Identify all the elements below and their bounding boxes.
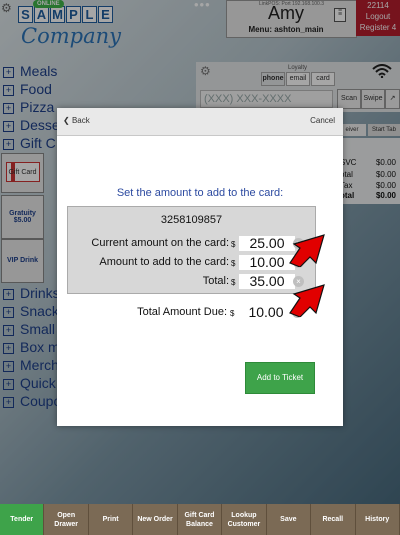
tender-button[interactable]: Tender [0, 504, 45, 535]
red-arrow-icon [289, 284, 325, 317]
amount-to-add-label: Amount to add to the card: [99, 256, 229, 268]
card-number: 3258109857 [160, 214, 223, 226]
dialog-title: Set the amount to add to the card: [116, 187, 284, 199]
currency-symbol: $ [230, 309, 235, 318]
print-button[interactable]: Print [89, 504, 134, 535]
lookup-customer-button[interactable]: Lookup Customer [222, 504, 267, 535]
current-amount-label: Current amount on the card: [91, 237, 229, 249]
gift-card-balance-button[interactable]: Gift Card Balance [178, 504, 223, 535]
bottom-toolbar: Tender Open Drawer Print New Order Gift … [0, 504, 400, 535]
currency-symbol: $ [231, 278, 236, 287]
save-button[interactable]: Save [267, 504, 312, 535]
total-due-label: Total Amount Due: [137, 306, 227, 318]
recall-button[interactable]: Recall [311, 504, 356, 535]
total-field: 35.00 [239, 274, 295, 289]
red-arrow-icon [289, 234, 325, 267]
currency-symbol: $ [231, 259, 236, 268]
history-button[interactable]: History [356, 504, 400, 535]
add-to-gift-card-dialog: ❮ Back Cancel Set the amount to add to t… [57, 108, 343, 426]
back-label: Back [71, 116, 90, 125]
currency-symbol: $ [231, 240, 236, 249]
dialog-header: ❮ Back Cancel [57, 108, 343, 136]
current-amount-field: 25.00 [239, 236, 295, 251]
back-button[interactable]: ❮ Back [63, 116, 90, 125]
open-drawer-button[interactable]: Open Drawer [44, 504, 89, 535]
card-info-panel: 3258109857 Current amount on the card: $… [67, 206, 316, 294]
add-to-ticket-button[interactable]: Add to Ticket [245, 362, 315, 394]
chevron-left-icon: ❮ [63, 116, 70, 125]
total-label: Total: [202, 275, 229, 287]
new-order-button[interactable]: New Order [133, 504, 178, 535]
amount-to-add-input[interactable]: 10.00 [239, 255, 295, 270]
cancel-button[interactable]: Cancel [310, 116, 335, 125]
total-due-field: 10.00 [238, 305, 294, 320]
